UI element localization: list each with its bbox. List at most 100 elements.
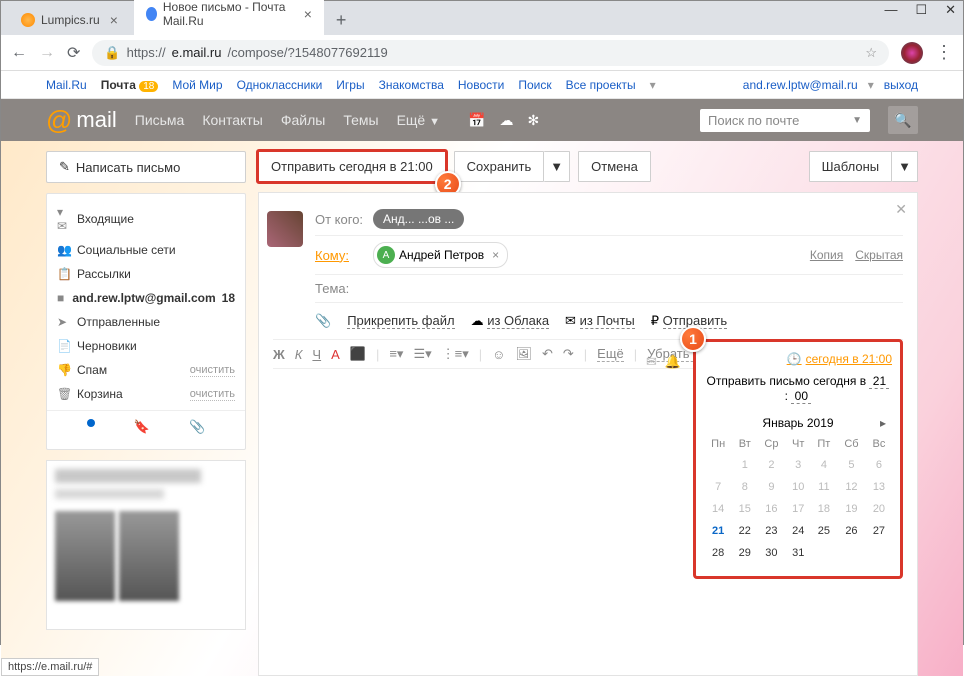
menu-button[interactable]: ⋮	[935, 42, 953, 63]
bold-button[interactable]: Ж	[273, 347, 285, 362]
nav-link[interactable]: Новости	[458, 78, 504, 92]
calendar-day[interactable]: 30	[757, 542, 786, 564]
search-input[interactable]: Поиск по почте▼	[700, 109, 870, 132]
underline-button[interactable]: Ч	[312, 347, 321, 362]
maximize-button[interactable]: ☐	[915, 2, 927, 18]
calendar-day[interactable]: 31	[786, 542, 811, 564]
calendar-day[interactable]: 10	[786, 476, 811, 498]
minimize-button[interactable]: —	[884, 2, 897, 18]
calendar-day[interactable]: 22	[732, 520, 757, 542]
send-scheduled-button[interactable]: Отправить сегодня в 21:00 2	[258, 151, 446, 182]
search-button[interactable]: 🔍	[888, 106, 918, 134]
calendar-day[interactable]: 28	[704, 542, 732, 564]
nav-link[interactable]: Знакомства	[379, 78, 444, 92]
nav-link[interactable]: Одноклассники	[237, 78, 323, 92]
calendar-day[interactable]: 19	[837, 498, 866, 520]
calendar-day[interactable]: 7	[704, 476, 732, 498]
indent-button[interactable]: ☰▾	[413, 346, 431, 362]
calendar-day[interactable]: 24	[786, 520, 811, 542]
nav-themes[interactable]: Темы	[343, 112, 378, 128]
calendar-day[interactable]: 12	[837, 476, 866, 498]
folder-clear[interactable]: очистить	[190, 364, 235, 377]
notify-icon[interactable]: 🔔	[665, 354, 681, 370]
folder-item[interactable]: 👥Социальные сети	[47, 238, 245, 262]
folder-item[interactable]: 📄Черновики	[47, 334, 245, 358]
to-label[interactable]: Кому:	[315, 248, 365, 263]
emoji-button[interactable]: ☺	[492, 347, 505, 362]
account-email[interactable]: and.rew.lptw@mail.ru	[743, 78, 858, 92]
folder-item[interactable]: ➤Отправленные	[47, 310, 245, 334]
address-field[interactable]: 🔒 https://e.mail.ru/compose/?15480776921…	[92, 40, 889, 66]
calendar-day[interactable]: 27	[866, 520, 892, 542]
color-button[interactable]: A	[331, 347, 340, 362]
calendar-day[interactable]: 4	[811, 454, 837, 476]
attach-cloud-link[interactable]: из Облака	[487, 313, 549, 329]
templates-button[interactable]: Шаблоны	[809, 151, 893, 182]
image-button[interactable]: 🖼	[515, 346, 532, 362]
cc-link[interactable]: Копия	[810, 248, 843, 262]
nav-link[interactable]: Игры	[336, 78, 364, 92]
nav-link[interactable]: Mail.Ru	[46, 78, 87, 92]
dot-icon[interactable]	[87, 419, 95, 427]
calendar-day[interactable]: 29	[732, 542, 757, 564]
attach-mail-link[interactable]: из Почты	[580, 313, 635, 329]
calendar-day[interactable]: 15	[732, 498, 757, 520]
undo-button[interactable]: ↶	[542, 346, 553, 362]
forward-button[interactable]: →	[39, 44, 55, 62]
recipient-chip[interactable]: А Андрей Петров ×	[373, 242, 508, 268]
nav-link[interactable]: Все проекты	[566, 78, 636, 92]
nav-contacts[interactable]: Контакты	[202, 112, 262, 128]
calendar-day[interactable]: 14	[704, 498, 732, 520]
cloud-icon[interactable]: ☁	[499, 112, 513, 129]
remove-chip-icon[interactable]: ×	[492, 248, 499, 262]
attach-file-link[interactable]: Прикрепить файл	[347, 313, 454, 329]
more-format-link[interactable]: Ещё	[597, 346, 624, 362]
percent-icon[interactable]: ✻	[527, 112, 539, 129]
folder-clear[interactable]: очистить	[190, 388, 235, 401]
calendar-day[interactable]: 17	[786, 498, 811, 520]
schedule-link[interactable]: 🕒 сегодня в 21:00	[704, 352, 892, 366]
mail-logo[interactable]: @mail	[46, 105, 117, 136]
clip-icon[interactable]: 📎	[189, 419, 205, 435]
redo-button[interactable]: ↷	[563, 346, 574, 362]
receipt-icon[interactable]: ✉	[646, 354, 657, 370]
hour-input[interactable]	[869, 374, 889, 389]
calendar-day[interactable]: 3	[786, 454, 811, 476]
italic-button[interactable]: К	[295, 347, 303, 362]
tab-close-icon[interactable]: ×	[304, 6, 312, 22]
nav-letters[interactable]: Письма	[135, 112, 185, 128]
calendar-day[interactable]: 1	[732, 454, 757, 476]
calendar-icon[interactable]: 📅	[468, 112, 485, 129]
close-window-button[interactable]: ✕	[945, 2, 956, 18]
minute-input[interactable]	[791, 389, 811, 404]
align-button[interactable]: ≡▾	[389, 346, 403, 362]
logout-link[interactable]: выход	[884, 78, 918, 92]
browser-tab-active[interactable]: Новое письмо - Почта Mail.Ru ×	[134, 0, 324, 35]
back-button[interactable]: ←	[11, 44, 27, 62]
cancel-button[interactable]: Отмена	[578, 151, 651, 182]
calendar-day[interactable]: 25	[811, 520, 837, 542]
nav-link[interactable]: Почта	[101, 78, 136, 92]
compose-button[interactable]: ✎ Написать письмо	[46, 151, 246, 183]
calendar-day[interactable]: 26	[837, 520, 866, 542]
reload-button[interactable]: ⟳	[67, 43, 80, 63]
nav-link[interactable]: Мой Мир	[172, 78, 222, 92]
calendar-day[interactable]: 5	[837, 454, 866, 476]
calendar-day[interactable]: 9	[757, 476, 786, 498]
list-button[interactable]: ⋮≡▾	[442, 346, 469, 362]
nav-files[interactable]: Файлы	[281, 112, 325, 128]
tab-close-icon[interactable]: ×	[110, 12, 118, 28]
calendar-day[interactable]: 16	[757, 498, 786, 520]
nav-link[interactable]: Поиск	[518, 78, 551, 92]
new-tab-button[interactable]: +	[328, 6, 355, 35]
next-month-button[interactable]: ▸	[880, 416, 886, 430]
folder-item[interactable]: 📋Рассылки	[47, 262, 245, 286]
calendar-day[interactable]: 8	[732, 476, 757, 498]
bg-button[interactable]: ⬛	[350, 346, 366, 362]
save-button[interactable]: Сохранить	[454, 151, 545, 182]
save-dropdown[interactable]: ▼	[544, 151, 570, 182]
templates-dropdown[interactable]: ▼	[892, 151, 918, 182]
calendar-day[interactable]: 13	[866, 476, 892, 498]
calendar-day[interactable]: 21	[704, 520, 732, 542]
nav-more[interactable]: Ещё ▼	[397, 112, 440, 128]
